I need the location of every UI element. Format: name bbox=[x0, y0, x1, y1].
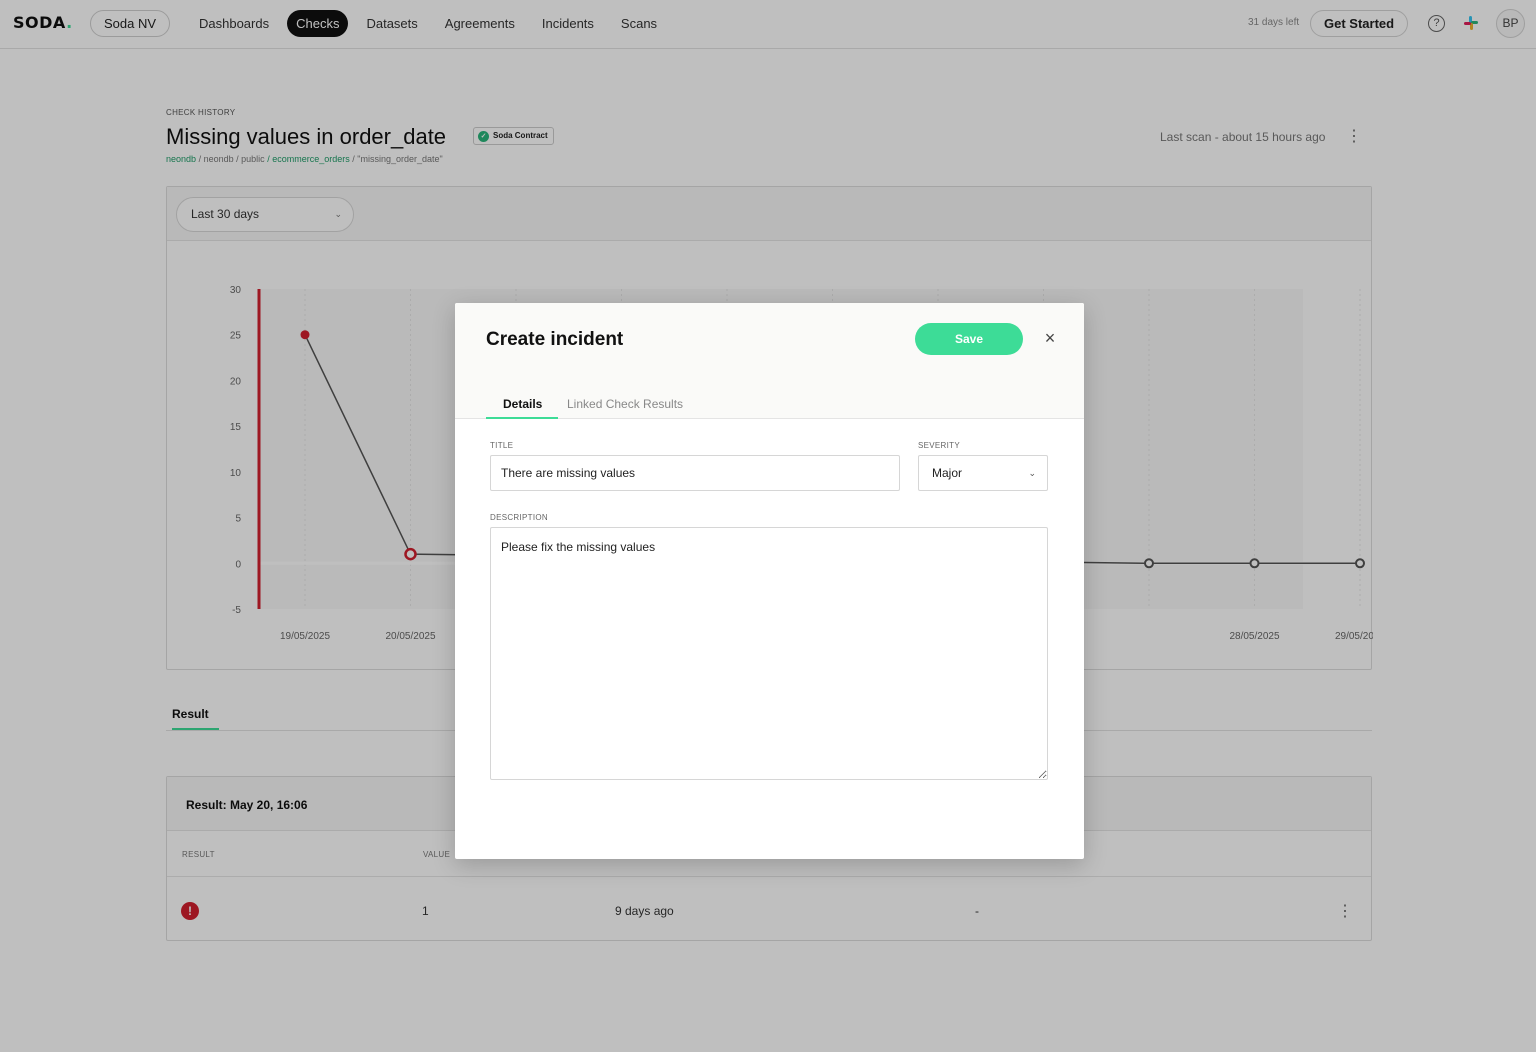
title-input[interactable] bbox=[490, 455, 900, 491]
save-button[interactable]: Save bbox=[915, 323, 1023, 355]
tab-linked-check-results[interactable]: Linked Check Results bbox=[567, 397, 683, 411]
close-icon[interactable]: × bbox=[1040, 328, 1060, 348]
description-textarea[interactable]: Please fix the missing values bbox=[490, 527, 1048, 780]
chevron-down-icon: ⌄ bbox=[1028, 468, 1036, 478]
create-incident-modal: Create incident Save × Details Linked Ch… bbox=[455, 303, 1084, 859]
description-label: DESCRIPTION bbox=[490, 513, 548, 522]
modal-title: Create incident bbox=[486, 329, 624, 350]
modal-header: Create incident Save × Details Linked Ch… bbox=[455, 303, 1084, 419]
tab-underline bbox=[486, 417, 558, 419]
severity-select[interactable]: Major ⌄ bbox=[918, 455, 1048, 491]
severity-label: SEVERITY bbox=[918, 441, 960, 450]
title-label: TITLE bbox=[490, 441, 514, 450]
tab-details[interactable]: Details bbox=[503, 397, 542, 411]
